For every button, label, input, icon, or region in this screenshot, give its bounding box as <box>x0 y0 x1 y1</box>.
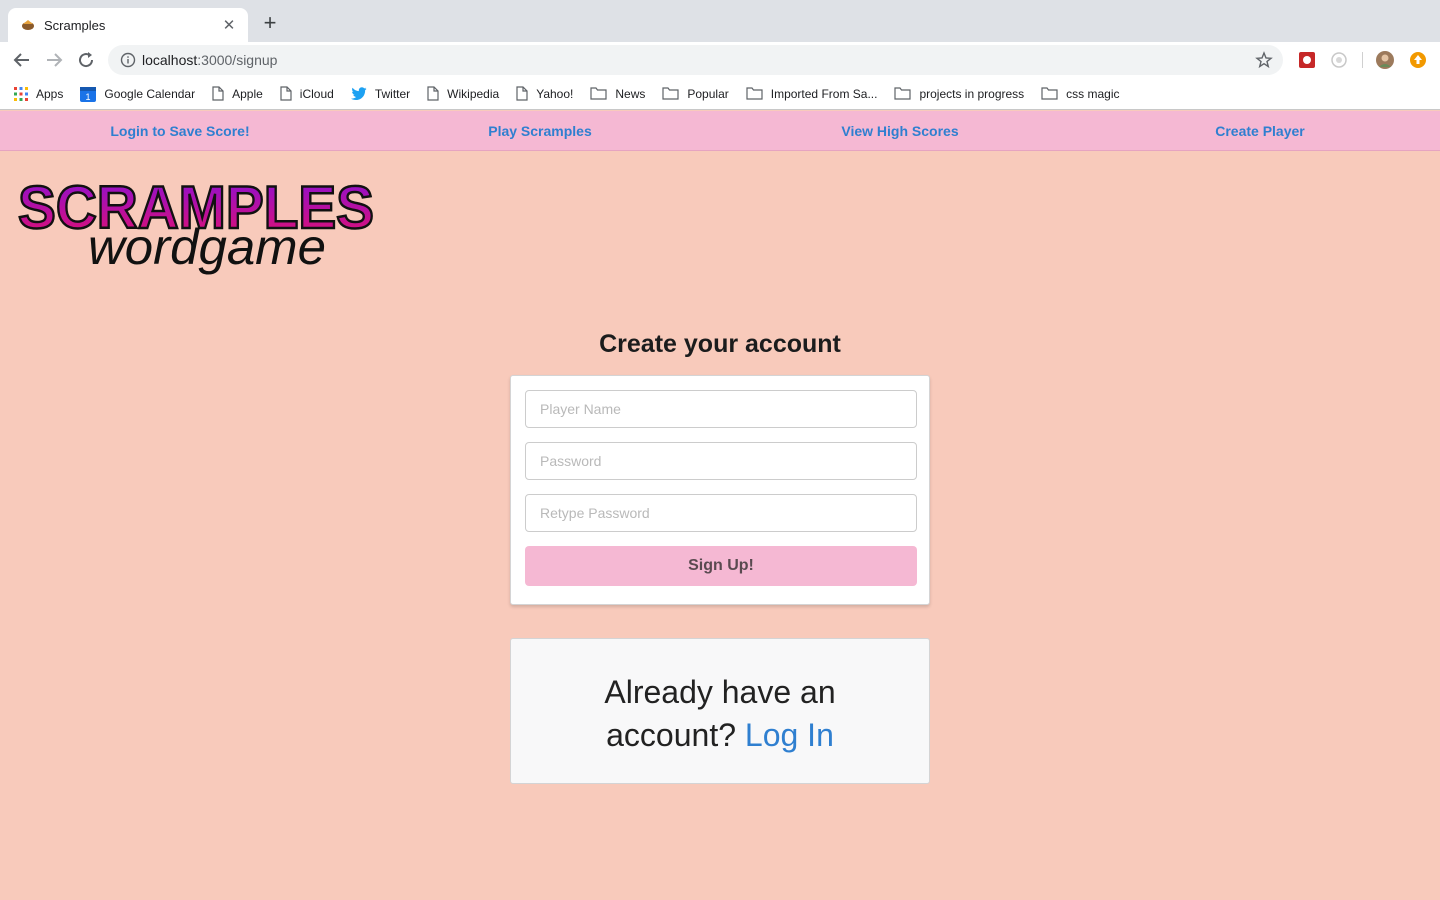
folder-icon <box>1041 87 1058 100</box>
scramples-favicon-icon <box>22 20 34 30</box>
site-nav: Login to Save Score! Play Scramples View… <box>0 111 1440 151</box>
login-prompt-box: Already have an account? Log In <box>510 638 930 784</box>
bookmark-label: Apple <box>232 86 263 101</box>
back-arrow-icon[interactable] <box>12 50 32 70</box>
bookmark-folder-imported[interactable]: Imported From Sa... <box>746 86 878 101</box>
extension-red-icon[interactable] <box>1298 51 1316 69</box>
reload-icon[interactable] <box>76 50 96 70</box>
new-tab-button[interactable]: + <box>258 12 282 36</box>
browser-toolbar: localhost:3000/signup <box>0 42 1440 78</box>
tab-close-icon[interactable]: ✕ <box>220 16 238 34</box>
password-input[interactable] <box>525 442 917 480</box>
login-prompt-line1: Already have an <box>604 674 836 710</box>
bookmark-label: News <box>615 86 646 101</box>
bookmark-label: iCloud <box>299 86 334 101</box>
bookmark-apps[interactable]: Apps <box>14 86 64 101</box>
bookmark-folder-projects[interactable]: projects in progress <box>894 87 1024 101</box>
bookmark-icloud[interactable]: iCloud <box>280 86 334 101</box>
nav-play-scramples[interactable]: Play Scramples <box>360 111 720 150</box>
calendar-icon: 1 <box>80 86 97 102</box>
bookmark-google-calendar[interactable]: 1 Google Calendar <box>80 86 195 102</box>
page-icon <box>427 86 439 101</box>
bookmark-folder-css-magic[interactable]: css magic <box>1041 86 1120 101</box>
player-name-input[interactable] <box>525 390 917 428</box>
bookmark-star-icon[interactable] <box>1255 51 1273 69</box>
bookmark-label: projects in progress <box>919 86 1025 101</box>
bookmark-folder-popular[interactable]: Popular <box>662 86 729 101</box>
bookmark-label: Wikipedia <box>447 86 500 101</box>
page-icon <box>212 86 224 101</box>
folder-icon <box>894 87 912 100</box>
bookmark-label: Twitter <box>374 86 411 101</box>
bookmark-apple[interactable]: Apple <box>212 86 263 101</box>
nav-create-player[interactable]: Create Player <box>1080 111 1440 150</box>
page-icon <box>516 86 528 101</box>
forward-arrow-icon[interactable] <box>44 50 64 70</box>
url-path: :3000/signup <box>197 52 278 68</box>
bookmark-label: css magic <box>1066 86 1120 101</box>
folder-icon <box>662 87 679 100</box>
login-prompt-line2: account? <box>606 717 745 753</box>
bookmark-label: Popular <box>687 86 729 101</box>
bookmark-yahoo[interactable]: Yahoo! <box>516 86 573 101</box>
update-arrow-icon[interactable] <box>1409 51 1427 69</box>
nav-login-to-save-score[interactable]: Login to Save Score! <box>0 111 360 150</box>
folder-icon <box>590 87 607 100</box>
login-prompt-text: Already have an account? Log In <box>511 671 929 757</box>
sign-up-button[interactable]: Sign Up! <box>525 546 917 586</box>
page-icon <box>280 86 292 101</box>
site-info-icon[interactable] <box>120 52 136 68</box>
bookmark-label: Imported From Sa... <box>770 86 878 101</box>
twitter-bird-icon <box>350 86 367 100</box>
toolbar-divider <box>1362 52 1363 68</box>
nav-view-high-scores[interactable]: View High Scores <box>720 111 1080 150</box>
calendar-day: 1 <box>86 92 91 102</box>
signup-card: Sign Up! <box>510 375 930 605</box>
profile-avatar-icon[interactable] <box>1376 51 1394 69</box>
bookmark-twitter[interactable]: Twitter <box>350 86 411 101</box>
url-host: localhost <box>142 52 198 68</box>
bookmark-wikipedia[interactable]: Wikipedia <box>427 86 499 101</box>
signup-heading: Create your account <box>599 330 841 358</box>
log-in-link[interactable]: Log In <box>745 717 834 753</box>
bookmark-folder-news[interactable]: News <box>590 87 645 101</box>
extension-grey-icon[interactable] <box>1330 51 1348 69</box>
bookmark-label: Yahoo! <box>536 86 574 101</box>
tab-title: Scramples <box>44 17 106 33</box>
bookmarks-bar: Apps 1 Google Calendar Apple iCloud Twit… <box>0 78 1440 110</box>
scramples-logo: SCRAMPLES wordgame <box>17 176 376 275</box>
browser-tabstrip: Scramples ✕ + <box>0 0 1440 42</box>
bookmark-label: Apps <box>36 86 64 101</box>
retype-password-input[interactable] <box>525 494 917 532</box>
address-bar[interactable]: localhost:3000/signup <box>108 45 1283 75</box>
folder-icon <box>746 87 763 100</box>
apps-grid-icon <box>14 86 28 101</box>
browser-tab[interactable]: Scramples ✕ <box>8 8 248 42</box>
logo-subtitle: wordgame <box>88 219 326 275</box>
bookmark-label: Google Calendar <box>104 86 196 101</box>
